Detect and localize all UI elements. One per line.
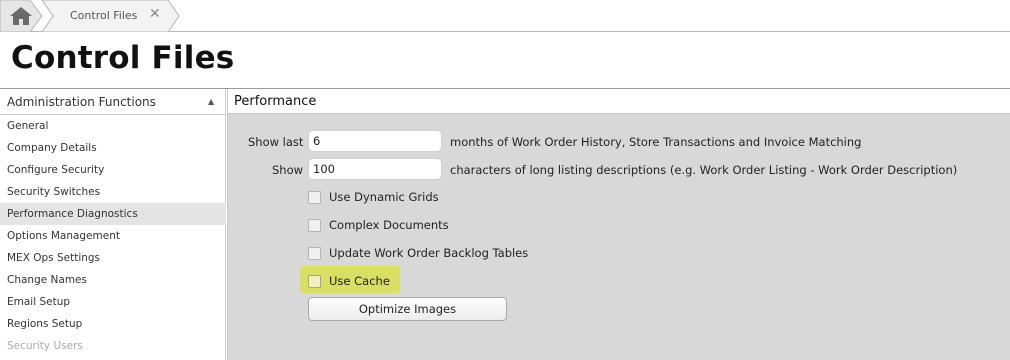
show-last-label: Show last <box>248 135 304 149</box>
show-last-suffix: months of Work Order History, Store Tran… <box>450 135 862 149</box>
complex-documents-checkbox[interactable] <box>308 219 321 232</box>
sidebar-item-performance-diagnostics[interactable]: Performance Diagnostics <box>0 203 226 225</box>
complex-documents-label: Complex Documents <box>329 218 449 232</box>
tab-control-files[interactable]: Control Files ✕ <box>30 0 180 32</box>
show-label: Show <box>272 163 304 177</box>
sidebar-item-configure-security[interactable]: Configure Security <box>0 159 226 181</box>
use-cache-checkbox[interactable] <box>308 275 321 288</box>
panel-header: Performance <box>228 89 1010 114</box>
sidebar-item-company-details[interactable]: Company Details <box>0 137 226 159</box>
sidebar: Administration Functions ▲ General Compa… <box>0 89 226 360</box>
tab-label: Control Files <box>70 9 138 22</box>
sidebar-item-regions-setup[interactable]: Regions Setup <box>0 313 226 335</box>
optimize-images-button[interactable]: Optimize Images <box>308 297 507 321</box>
sidebar-item-security-switches[interactable]: Security Switches <box>0 181 226 203</box>
page-title: Control Files <box>11 40 235 76</box>
sidebar-item-email-setup[interactable]: Email Setup <box>0 291 226 313</box>
performance-panel: Performance Show last months of Work Ord… <box>227 89 1010 360</box>
use-cache-label: Use Cache <box>329 274 390 288</box>
panel-title: Performance <box>234 94 317 109</box>
history-months-input[interactable] <box>308 130 442 152</box>
sidebar-item-security-users[interactable]: Security Users <box>0 335 226 357</box>
use-dynamic-grids-checkbox[interactable] <box>308 191 321 204</box>
description-chars-input[interactable] <box>308 158 442 180</box>
sidebar-header-label: Administration Functions <box>7 95 156 109</box>
tab-bar: Control Files ✕ <box>0 0 1010 32</box>
update-backlog-tables-label: Update Work Order Backlog Tables <box>329 246 529 260</box>
close-icon[interactable]: ✕ <box>149 7 161 21</box>
update-backlog-tables-checkbox[interactable] <box>308 247 321 260</box>
sidebar-item-general[interactable]: General <box>0 115 226 137</box>
sidebar-header[interactable]: Administration Functions ▲ <box>0 89 226 115</box>
sidebar-item-change-names[interactable]: Change Names <box>0 269 226 291</box>
use-dynamic-grids-label: Use Dynamic Grids <box>329 190 439 204</box>
show-chars-suffix: characters of long listing descriptions … <box>450 163 958 177</box>
collapse-caret-icon[interactable]: ▲ <box>208 97 214 106</box>
sidebar-item-mex-ops-settings[interactable]: MEX Ops Settings <box>0 247 226 269</box>
sidebar-item-options-management[interactable]: Options Management <box>0 225 226 247</box>
